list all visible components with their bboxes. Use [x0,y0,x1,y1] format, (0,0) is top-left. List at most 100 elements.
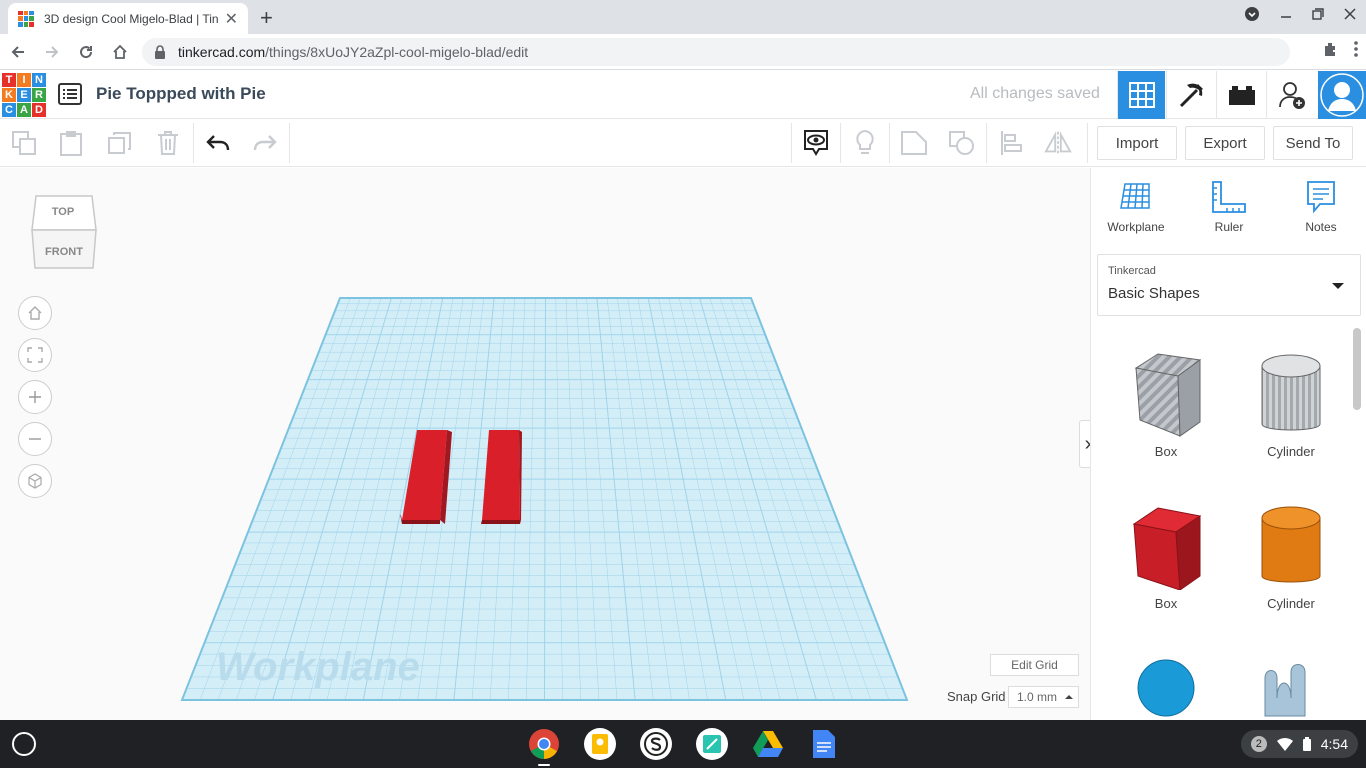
3d-viewport[interactable]: Workplane TOP FRONT Edit Grid Snap Grid … [0,168,1090,720]
ruler-tool[interactable]: Ruler [1194,180,1264,234]
ungroup-icon [949,131,974,155]
browser-nav-bar: tinkercad.com/things/8xUoJY2aZpl-cool-mi… [0,34,1366,70]
tab-title: 3D design Cool Migelo-Blad | Tin [44,11,219,26]
close-tab-icon[interactable]: ✕ [225,9,238,29]
launcher-button[interactable] [12,732,36,756]
status-tray[interactable]: 2 4:54 [1240,730,1358,758]
toolbar-divider [791,123,792,163]
avatar[interactable] [1318,71,1366,119]
bricks-view-button[interactable] [1216,71,1266,119]
caret-up-icon [1065,695,1074,699]
notes-tool[interactable]: Notes [1286,180,1356,234]
home-view-button[interactable] [18,296,52,330]
more-options-icon[interactable] [1354,40,1358,58]
shape-library-select[interactable]: Tinkercad Basic Shapes [1097,254,1361,316]
invite-user-button[interactable] [1266,71,1316,119]
view-cube[interactable]: TOP FRONT [28,192,100,272]
logo-letter: K [2,88,16,102]
snap-grid-select[interactable]: 1.0 mm [1008,686,1079,708]
group-button[interactable] [900,129,928,157]
shape-cylinder[interactable]: Cylinder [1241,504,1341,611]
shape-cylinder-hole[interactable]: Cylinder [1241,352,1341,459]
lock-icon [155,45,165,59]
perspective-button[interactable] [18,464,52,498]
blocks-view-button[interactable] [1166,71,1216,119]
design-list-icon[interactable] [58,83,82,105]
import-button[interactable]: Import [1097,126,1177,160]
notification-count: 2 [1250,736,1267,752]
canvas-app-icon[interactable] [696,728,728,760]
delete-button[interactable] [154,129,182,157]
align-button[interactable] [997,129,1025,157]
workplane-icon [1120,183,1150,209]
zoom-in-button[interactable] [18,380,52,414]
extensions-icon[interactable] [1322,40,1340,58]
tab-search-icon[interactable] [1244,6,1260,22]
shape-box[interactable]: Box [1116,504,1216,611]
logo-letter: R [32,88,46,102]
lightbulb-icon [856,129,874,154]
drive-app-icon[interactable] [752,728,784,760]
back-button[interactable] [2,36,34,68]
shapes-scrollbar[interactable] [1353,328,1361,410]
paste-button[interactable] [57,129,85,157]
duplicate-button[interactable] [106,129,134,157]
running-indicator [538,764,550,766]
export-button[interactable]: Export [1185,126,1265,160]
collapse-panel-button[interactable]: › [1079,420,1090,468]
toolbar-divider [193,123,194,163]
undo-button[interactable] [204,129,232,157]
screencastify-app-icon[interactable] [640,728,672,760]
copy-button[interactable] [10,129,38,157]
3d-view-button[interactable] [1117,71,1165,119]
forward-arrow-icon [46,45,59,58]
new-tab-button[interactable]: + [260,5,273,31]
chrome-app-icon[interactable] [528,728,560,760]
minimize-icon[interactable] [1280,8,1292,20]
edit-grid-button[interactable]: Edit Grid [990,654,1079,676]
logo-letter: A [17,103,31,117]
close-window-icon[interactable] [1344,8,1356,20]
brick-icon [1228,86,1255,105]
mirror-icon [1044,130,1072,155]
shapes-panel: Workplane Ruler Notes Tinkercad Basic Sh… [1090,168,1366,720]
show-all-button[interactable] [802,129,830,157]
duplicate-icon [108,132,131,154]
mirror-button[interactable] [1044,129,1072,157]
docs-app-icon[interactable] [808,728,840,760]
tinkercad-logo[interactable]: T I N K E R C A D [2,73,46,117]
browser-tab-bar: 3D design Cool Migelo-Blad | Tin ✕ + [0,0,1366,34]
shape-sphere[interactable] [1116,658,1216,718]
reload-button[interactable] [70,36,102,68]
pickaxe-icon [1179,83,1203,108]
logo-letter: T [2,73,16,87]
cylinder-hole-icon [1261,354,1321,431]
snap-grid-value: 1.0 mm [1017,690,1058,704]
fit-view-button[interactable] [18,338,52,372]
shape-scribble[interactable] [1241,658,1341,718]
home-button[interactable] [104,36,136,68]
redo-button[interactable] [251,129,279,157]
wifi-icon [1276,737,1293,751]
workplane-grid[interactable]: Workplane [0,168,1090,720]
library-category: Tinkercad [1108,265,1156,277]
address-bar[interactable]: tinkercad.com/things/8xUoJY2aZpl-cool-mi… [142,38,1290,66]
toolbar-divider [840,123,841,163]
notes-toggle-button[interactable] [851,129,879,157]
sphere-icon [1137,659,1195,717]
box-hole-icon [1134,353,1202,437]
ungroup-button[interactable] [948,129,976,157]
design-title[interactable]: Pie Toppped with Pie [96,84,266,104]
keep-app-icon[interactable] [584,728,616,760]
browser-tab[interactable]: 3D design Cool Migelo-Blad | Tin ✕ [8,3,248,34]
snap-grid-label: Snap Grid [947,689,1006,704]
forward-button[interactable] [36,36,68,68]
redo-icon [253,135,277,151]
shape-box-hole[interactable]: Box [1116,352,1216,459]
workplane-tool[interactable]: Workplane [1101,180,1171,234]
toolbar-divider [986,123,987,163]
zoom-out-button[interactable] [18,422,52,456]
send-to-button[interactable]: Send To [1273,126,1353,160]
minus-icon [29,438,41,440]
restore-icon[interactable] [1312,8,1324,20]
